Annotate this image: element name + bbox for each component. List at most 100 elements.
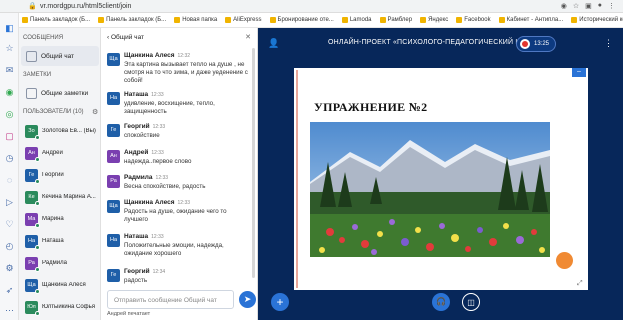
user-list-panel: СООБЩЕНИЯ Общий чат ЗАМЕТКИ Общие заметк… (19, 28, 101, 320)
bookmark-item[interactable]: Кабинет - Антипла... (498, 17, 564, 23)
user-list-item[interactable]: Ан Андрей (25, 144, 103, 162)
bookmark-label: Facebook (464, 17, 491, 23)
bookmark-label: Рамблер (387, 17, 413, 23)
bookmark-item[interactable]: Бронирование оте... (269, 17, 334, 23)
avatar: Ра (25, 256, 40, 272)
bookmark-label: Бронирование оте... (277, 17, 334, 23)
send-button[interactable]: ➤ (239, 291, 256, 308)
user-list-item[interactable]: Ма Марина (25, 210, 103, 228)
user-name: Щанкина Алеся (42, 282, 86, 288)
message-time: 12:34 (152, 269, 166, 275)
play-icon[interactable]: ▷ (4, 197, 15, 208)
shared-notes-item[interactable]: Общие заметки (21, 84, 99, 102)
bookmark-item[interactable]: Исторический кон... (571, 17, 623, 23)
avatar: Юл (25, 300, 40, 316)
user-icon[interactable]: 👤 (268, 38, 279, 49)
clock-icon[interactable]: ◷ (4, 153, 15, 164)
message-header: Наташа 12:33 (124, 233, 164, 240)
mic-status-icon (35, 222, 40, 228)
avatar: Ан (25, 146, 40, 162)
actions-plus-button[interactable]: + (271, 293, 289, 311)
chat-title: Общий чат (110, 34, 145, 41)
camera-icon[interactable]: ◉ (561, 2, 567, 10)
avatar-initials: На (109, 237, 118, 243)
user-list-item[interactable]: Ге Георгий (25, 166, 103, 184)
options-menu-icon[interactable]: ⋮ (604, 38, 613, 49)
mic-status-icon (35, 310, 40, 316)
bookmark-icon (98, 17, 105, 23)
close-icon[interactable]: ✕ (245, 33, 251, 41)
address-bar[interactable]: vr.mordgpu.ru/html5client/join (40, 3, 131, 10)
audio-headphones-button[interactable]: 🎧 (432, 293, 450, 311)
chat-bubble-icon[interactable]: ◌ (4, 175, 15, 186)
chat-message-input[interactable]: Отправить сообщение Общий чат (107, 290, 234, 309)
profile-icon[interactable]: ● (598, 2, 602, 10)
user-list-item[interactable]: На Наташа (25, 232, 103, 250)
user-list-item[interactable]: Ра Радмила (25, 254, 103, 272)
bookmark-item[interactable]: Новая папка (174, 17, 217, 23)
menu-icon[interactable]: ⋮ (608, 2, 615, 10)
message-text: удивление, восхищение, тепло, защищеннос… (124, 100, 215, 115)
user-list-item[interactable]: Ке Кечина Марина А... (25, 188, 103, 206)
camera-button[interactable]: ◫ (462, 293, 480, 311)
bookmark-item[interactable]: AliExpress (225, 17, 262, 23)
bookmark-item[interactable]: Рамблер (379, 17, 413, 23)
chat-scrollbar[interactable] (252, 48, 255, 278)
message-header: Георгий 12:34 (124, 268, 165, 275)
pin-icon[interactable]: ➶ (4, 285, 15, 296)
bookmark-label: Кабинет - Антипла... (506, 17, 564, 23)
star-icon[interactable]: ☆ (573, 2, 579, 10)
extension-icon[interactable]: ▣ (585, 2, 592, 10)
mic-status-icon (35, 156, 40, 162)
recording-time: 13:25 (534, 41, 550, 47)
user-name: Кечина Марина А... (42, 194, 96, 200)
message-header: Георгий 12:33 (124, 123, 165, 130)
bookmark-icon (174, 17, 181, 23)
bookmark-item[interactable]: Lamoda (341, 17, 372, 23)
mountain-flowers-image (310, 122, 550, 257)
bookmark-item[interactable]: Facebook (456, 17, 491, 23)
avatar-initials: Зо (28, 127, 35, 134)
user-list-item[interactable]: Юл Юлтыйкина Софья (25, 298, 103, 316)
bookmark-label: Панель закладок (Б... (106, 17, 167, 23)
public-chat-item[interactable]: Общий чат (21, 46, 99, 66)
bookmark-item[interactable]: Панель закладок (Б... (22, 17, 90, 23)
user-list-item[interactable]: Зо Золотова Ев... (Вы) (25, 122, 103, 140)
avatar: Ге (25, 168, 40, 184)
public-chat-label: Общий чат (41, 52, 75, 60)
bookmark-item[interactable]: Яндекс (420, 17, 448, 23)
chat-header[interactable]: ‹ Общий чат (107, 34, 144, 41)
bookmark-icon (571, 17, 578, 23)
avatar: Ра (107, 175, 120, 188)
bookmark-icon (456, 17, 463, 23)
instagram-icon[interactable]: ▢ (4, 131, 15, 142)
avatar-initials: Ра (110, 178, 117, 184)
avatar-initials: Ке (28, 193, 35, 200)
more-icon[interactable]: ⋯ (4, 305, 15, 316)
users-settings-icon[interactable]: ⚙ (92, 108, 98, 116)
avatar: Ге (107, 124, 120, 137)
bookmark-label: Панель закладок (Б... (30, 17, 91, 23)
star-rail-icon[interactable]: ☆ (4, 43, 15, 54)
chat-app-icon[interactable]: ◧ (4, 23, 15, 34)
messenger-icon[interactable]: ◉ (4, 87, 15, 98)
message-text: радость (124, 277, 148, 284)
heart-icon[interactable]: ♡ (4, 219, 15, 230)
bookmark-item[interactable]: Панель закладок (Б... (98, 17, 166, 23)
clock-rail-icon[interactable]: ◴ (4, 241, 15, 252)
user-name: Андрей (42, 150, 63, 156)
whatsapp-icon[interactable]: ◎ (4, 109, 15, 120)
vk-icon[interactable]: ✉ (4, 65, 15, 76)
message-time: 12:33 (177, 200, 191, 206)
settings-icon[interactable]: ⚙ (4, 263, 15, 274)
avatar: На (25, 234, 40, 250)
user-list-item[interactable]: Ща Щанкина Алеся (25, 276, 103, 294)
fullscreen-icon[interactable]: ⤢ (577, 280, 583, 288)
message-author: Андрей (124, 149, 149, 156)
user-name: Георгий (42, 172, 64, 178)
message-header: Щанкина Алеся 12:33 (124, 199, 190, 206)
minimize-presentation-button[interactable]: – (572, 68, 586, 77)
recording-indicator[interactable]: 13:25 (516, 36, 556, 52)
bookmark-icon (22, 17, 28, 23)
user-name: Юлтыйкина Софья (42, 304, 95, 310)
